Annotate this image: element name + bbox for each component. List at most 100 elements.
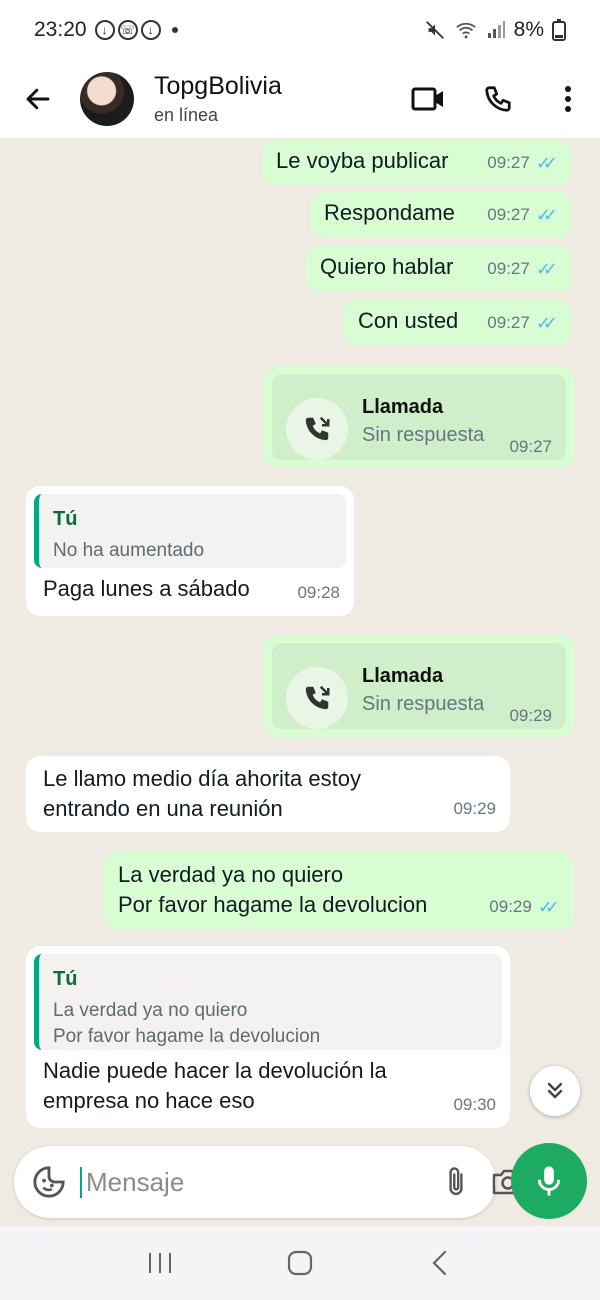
message-text: Nadie puede hacer la devolución la [43, 1058, 387, 1083]
message-time: 09:27 [487, 153, 530, 172]
message-meta: 09:27 ✓✓ [487, 148, 558, 178]
wifi-icon [455, 22, 476, 39]
missed-call-icon [305, 416, 330, 441]
recents-button[interactable] [135, 1243, 185, 1283]
quoted-message[interactable]: Tú La verdad ya no quiero Por favor haga… [34, 954, 502, 1050]
message-time: 09:27 [487, 259, 530, 278]
paperclip-icon [449, 1167, 463, 1196]
outgoing-message[interactable]: Le voyba publicar 09:27 ✓✓ [262, 140, 572, 186]
message-time: 09:29 [489, 897, 532, 916]
message-input-bar [14, 1146, 524, 1218]
read-check-icon: ✓✓ [535, 259, 558, 279]
download-icon: ↓ [140, 20, 161, 40]
attach-button[interactable] [443, 1162, 469, 1202]
double-chevron-down-icon [547, 1082, 563, 1099]
more-vertical-icon [565, 86, 571, 112]
missed-call-icon [305, 685, 330, 710]
call-title: Llamada [362, 396, 444, 418]
call-card: Llamada Sin respuesta 09:29 [272, 643, 566, 729]
outgoing-message[interactable]: Quiero hablar 09:27 ✓✓ [306, 246, 572, 292]
scroll-to-bottom-button[interactable] [530, 1066, 580, 1116]
message-text: Paga lunes a sábado [43, 576, 250, 601]
phone-icon [485, 86, 511, 112]
message-meta: 09:27 ✓✓ [487, 308, 558, 338]
voice-message-button[interactable] [511, 1143, 587, 1219]
arrow-left-icon [26, 88, 50, 110]
outgoing-message[interactable]: La verdad ya no quiero Por favor hagame … [104, 852, 574, 930]
incoming-message[interactable]: Tú No ha aumentado Paga lunes a sábado 0… [26, 486, 354, 616]
quote-text: Por favor hagame la devolucion [53, 1026, 321, 1047]
download-icon: ↓ [94, 20, 115, 40]
sticker-button[interactable] [32, 1162, 66, 1202]
quote-text: La verdad ya no quiero [53, 1000, 248, 1021]
message-text: Le voyba publicar [276, 148, 449, 173]
call-title: Llamada [362, 665, 444, 687]
incoming-message[interactable]: Le llamo medio día ahorita estoy entrand… [26, 756, 510, 832]
signal-icon [487, 21, 505, 38]
contact-status: en línea [154, 105, 219, 125]
video-call-icon [411, 87, 443, 111]
message-time: 09:29 [509, 706, 552, 725]
back-button[interactable] [20, 81, 56, 117]
home-button[interactable] [275, 1243, 325, 1283]
message-meta: 09:30 [453, 1090, 496, 1120]
quoted-message[interactable]: Tú No ha aumentado [34, 494, 346, 568]
read-check-icon: ✓✓ [537, 897, 560, 917]
message-time: 09:29 [453, 799, 496, 818]
outgoing-message[interactable]: Respondame 09:27 ✓✓ [310, 192, 572, 238]
message-text: entrando en una reunión [43, 796, 283, 821]
message-time: 09:27 [509, 437, 552, 456]
avatar[interactable] [80, 72, 134, 126]
message-text: Le llamo medio día ahorita estoy [43, 766, 361, 791]
missed-call-message[interactable]: Llamada Sin respuesta 09:27 [264, 366, 574, 468]
incoming-message[interactable]: Tú La verdad ya no quiero Por favor haga… [26, 946, 510, 1128]
message-text: La verdad ya no quiero [118, 862, 344, 887]
back-nav-button[interactable] [415, 1243, 465, 1283]
system-nav-bar [0, 1226, 600, 1300]
message-text: Quiero hablar [320, 254, 454, 279]
call-card: Llamada Sin respuesta 09:27 [272, 374, 566, 460]
call-icon-circle [286, 667, 348, 729]
video-call-button[interactable] [410, 81, 446, 117]
message-text: empresa no hace eso [43, 1088, 255, 1113]
message-meta: 09:27 ✓✓ [487, 200, 558, 230]
message-time: 09:28 [297, 583, 340, 602]
message-text: Con usted [358, 308, 459, 333]
read-check-icon: ✓✓ [535, 205, 558, 225]
chat-header: TopgBolivia en línea [0, 60, 600, 138]
status-bar: 23:20 ↓ ☏ ↓ 8% [0, 0, 600, 60]
message-input[interactable] [80, 1166, 421, 1198]
contact-info[interactable]: TopgBolivia en línea [154, 72, 410, 126]
sticker-icon [33, 1166, 65, 1198]
outgoing-message[interactable]: Con usted 09:27 ✓✓ [344, 300, 572, 346]
status-time: 23:20 [34, 18, 87, 41]
missed-call-message[interactable]: Llamada Sin respuesta 09:29 [264, 635, 574, 737]
call-subtitle: Sin respuesta [362, 424, 485, 446]
call-icon-circle [286, 398, 348, 460]
quote-text: No ha aumentado [53, 540, 205, 561]
message-time: 09:27 [487, 313, 530, 332]
message-meta: 09:27 ✓✓ [487, 254, 558, 284]
message-text: Respondame [324, 200, 455, 225]
message-text: Por favor hagame la devolucion [118, 892, 428, 917]
message-meta: 09:29 [453, 794, 496, 824]
message-meta: 09:29 ✓✓ [489, 892, 560, 922]
whatsapp-icon: ☏ [117, 20, 138, 40]
battery-icon [552, 19, 566, 41]
message-meta: 09:28 [297, 578, 340, 608]
chat-area: Le voyba publicar 09:27 ✓✓ Respondame 09:… [0, 138, 600, 1148]
quote-author: Tú [53, 508, 78, 530]
message-time: 09:27 [487, 205, 530, 224]
mute-icon [425, 21, 444, 39]
chevron-left-icon [432, 1250, 447, 1276]
microphone-icon [537, 1166, 561, 1196]
message-time: 09:30 [453, 1095, 496, 1114]
quote-author: Tú [53, 968, 78, 990]
recents-icon [149, 1253, 171, 1273]
voice-call-button[interactable] [480, 81, 516, 117]
home-icon [287, 1250, 313, 1276]
read-check-icon: ✓✓ [535, 153, 558, 173]
battery-percent: 8% [513, 18, 544, 41]
menu-button[interactable] [550, 81, 586, 117]
status-right: 8% [424, 18, 566, 42]
